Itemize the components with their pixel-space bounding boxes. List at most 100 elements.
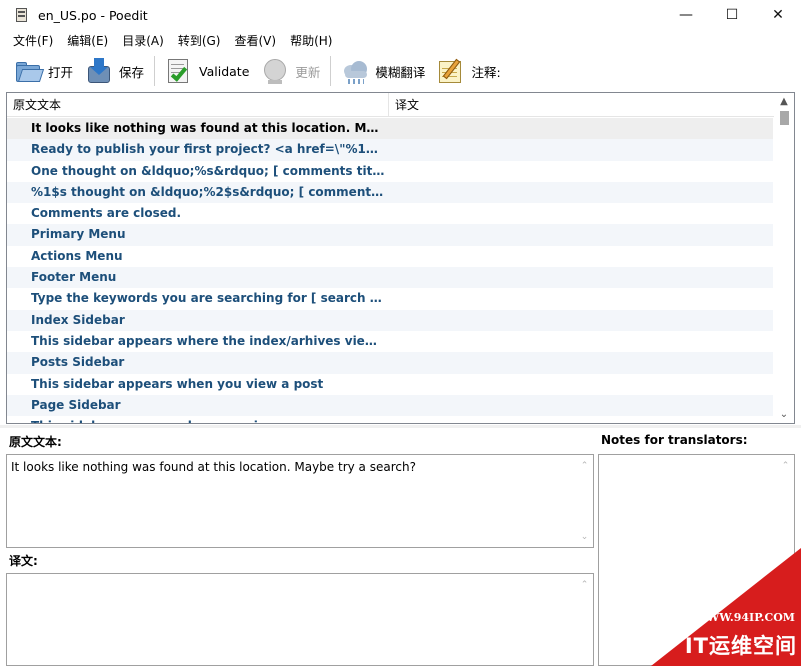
list-item[interactable]: Ready to publish your first project? <a …	[7, 139, 773, 161]
list-item[interactable]: Posts Sidebar	[7, 352, 773, 374]
poedit-app-icon	[14, 7, 30, 23]
list-item[interactable]: Type the keywords you are searching for …	[7, 288, 773, 309]
source-string: Comments are closed.	[31, 206, 182, 221]
source-string: Page Sidebar	[31, 397, 121, 412]
list-item[interactable]: Primary Menu	[7, 224, 773, 246]
source-string: Posts Sidebar	[31, 355, 125, 370]
open-button[interactable]: 打开	[8, 54, 79, 88]
source-string: Primary Menu	[31, 227, 126, 242]
list-item[interactable]: This sidebar appears where the index/arh…	[7, 331, 773, 352]
source-string: This sidebar appears when you view a pos…	[31, 376, 324, 391]
list-rows: It looks like nothing was found at this …	[7, 118, 773, 423]
source-string: This sidebar appears where the index/arh…	[31, 333, 389, 348]
fuzzy-label: 模糊翻译	[375, 64, 426, 80]
menu-help[interactable]: 帮助(H)	[283, 30, 339, 52]
globe-update-icon	[261, 57, 289, 85]
toolbar-separator	[330, 56, 332, 86]
source-text: It looks like nothing was found at this …	[11, 460, 416, 474]
notes-for-translators-label: Notes for translators:	[601, 433, 748, 447]
scroll-down-icon[interactable]: ⌄	[774, 406, 794, 423]
list-item[interactable]: One thought on &ldquo;%s&rdquo; [ commen…	[7, 161, 773, 182]
source-text-box[interactable]: It looks like nothing was found at this …	[6, 454, 594, 548]
list-item[interactable]: Index Sidebar	[7, 309, 773, 331]
translation-string	[389, 288, 773, 309]
cloud-fuzzy-icon	[341, 57, 369, 85]
translation-string	[389, 352, 773, 373]
translation-string	[389, 139, 773, 160]
notes-button[interactable]: 注释:	[431, 54, 506, 88]
menu-edit[interactable]: 编辑(E)	[60, 30, 115, 52]
save-icon	[85, 57, 113, 85]
watermark: WWW.94IP.COM IT运维空间	[651, 548, 801, 666]
menu-view[interactable]: 查看(V)	[227, 30, 283, 52]
pane-splitter[interactable]	[0, 425, 801, 428]
translation-string	[389, 416, 773, 423]
translation-string	[389, 395, 773, 416]
source-string: Footer Menu	[31, 270, 117, 285]
list-item[interactable]: Page Sidebar	[7, 394, 773, 417]
translation-string	[389, 267, 773, 288]
menu-catalog[interactable]: 目录(A)	[115, 30, 171, 52]
translation-string	[389, 118, 773, 139]
translation-scrollbar[interactable]: ⌃	[576, 574, 593, 665]
source-string: Ready to publish your first project? <a …	[31, 142, 389, 157]
translation-label: 译文:	[9, 554, 38, 568]
translation-text	[7, 574, 593, 582]
translation-column-header[interactable]: 译文	[389, 93, 794, 117]
translation-string	[389, 374, 773, 395]
window-controls: — ☐ ✕	[663, 0, 801, 30]
list-header: 原文文本 译文	[7, 93, 794, 117]
notepad-icon	[437, 57, 465, 85]
toolbar-separator	[154, 56, 156, 86]
scroll-down-icon[interactable]: ⌄	[576, 528, 593, 545]
scrollbar-thumb[interactable]	[780, 111, 789, 125]
source-string: %1$s thought on &ldquo;%2$s&rdquo; [ com…	[31, 184, 389, 199]
menu-file[interactable]: 文件(F)	[6, 30, 60, 52]
validate-button[interactable]: Validate	[159, 54, 255, 88]
list-item[interactable]: It looks like nothing was found at this …	[7, 118, 773, 140]
source-column-header[interactable]: 原文文本	[7, 93, 389, 117]
list-scrollbar[interactable]: ▲ ⌄	[774, 93, 794, 423]
list-item[interactable]: This sidebar appears when you view a pag…	[7, 416, 773, 423]
list-item[interactable]: Actions Menu	[7, 246, 773, 267]
toolbar: 打开 保存 Validate 更新 模糊翻译 注释:	[0, 52, 801, 90]
scroll-up-icon[interactable]: ⌃	[576, 457, 593, 474]
translation-string	[389, 246, 773, 267]
list-item[interactable]: %1$s thought on &ldquo;%2$s&rdquo; [ com…	[7, 181, 773, 204]
source-string: This sidebar appears when you view a pag…	[7, 416, 389, 423]
watermark-brand: IT运维空间	[684, 634, 797, 658]
watermark-site: WWW.94IP.COM	[694, 611, 795, 624]
notes-text	[599, 455, 794, 463]
translation-string	[389, 310, 773, 331]
translation-string	[389, 331, 773, 352]
list-item[interactable]: Footer Menu	[7, 267, 773, 289]
minimize-button[interactable]: —	[663, 0, 709, 30]
list-item[interactable]: This sidebar appears when you view a pos…	[7, 374, 773, 395]
scroll-up-icon[interactable]: ⌃	[576, 576, 593, 593]
list-item[interactable]: Comments are closed.	[7, 203, 773, 224]
menu-bar: 文件(F) 编辑(E) 目录(A) 转到(G) 查看(V) 帮助(H)	[0, 30, 801, 52]
folder-open-icon	[14, 57, 45, 85]
open-label: 打开	[48, 64, 74, 80]
validate-check-icon	[165, 57, 193, 85]
source-string: Actions Menu	[31, 248, 123, 263]
save-label: 保存	[119, 64, 145, 80]
source-text-label: 原文文本:	[9, 435, 62, 449]
close-button[interactable]: ✕	[755, 0, 801, 30]
translation-text-box[interactable]: ⌃	[6, 573, 594, 666]
validate-label: Validate	[199, 63, 250, 79]
scroll-up-icon[interactable]: ⌃	[777, 457, 794, 474]
update-button[interactable]: 更新	[255, 54, 326, 88]
scroll-up-icon[interactable]: ▲	[774, 93, 794, 110]
translation-list[interactable]: 原文文本 译文 It looks like nothing was found …	[6, 92, 795, 424]
source-string: Index Sidebar	[31, 312, 125, 327]
source-string: One thought on &ldquo;%s&rdquo; [ commen…	[31, 163, 389, 178]
source-scrollbar[interactable]: ⌃ ⌄	[576, 455, 593, 547]
maximize-button[interactable]: ☐	[709, 0, 755, 30]
menu-goto[interactable]: 转到(G)	[171, 30, 228, 52]
notes-label: 注释:	[471, 64, 501, 80]
fuzzy-button[interactable]: 模糊翻译	[335, 54, 431, 88]
translation-string	[389, 224, 773, 245]
update-label: 更新	[295, 64, 321, 80]
save-button[interactable]: 保存	[79, 54, 150, 88]
